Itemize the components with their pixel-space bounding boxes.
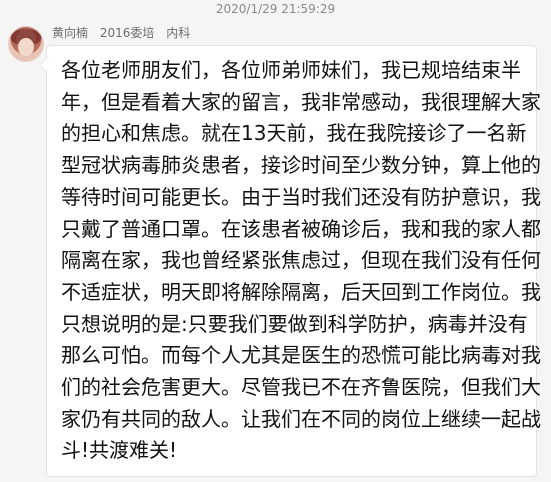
message-line: 各位老师朋友们，各位师弟师妹们，我已规培结束半 <box>61 58 521 82</box>
message-line: 们的社会危害更大。尽管我已不在齐鲁医院，但我们大 <box>61 375 541 400</box>
sender-name[interactable]: 黄向楠 <box>52 26 88 40</box>
sender-group: 2016委培 <box>99 26 155 40</box>
message-line: 只想说明的是:只要我们要做到科学防护，病毒并没有 <box>61 311 528 336</box>
message-line: 家仍有共同的敌人。让我们在不同的岗位上继续一起战 <box>61 406 541 431</box>
message-line: 斗!共渡难关! <box>61 438 178 463</box>
message-line: 那么可怕。而每个人尤其是医生的恐慌可能比病毒对我 <box>61 343 541 368</box>
message-line: 年，但是看着大家的留言，我非常感动，我很理解大家 <box>61 89 541 114</box>
sender-avatar[interactable] <box>8 26 44 62</box>
message-line: 隔离在家，我也曾经紧张焦虑过，但现在我们没有任何 <box>61 248 541 273</box>
message-line: 等待时间可能更长。由于当时我们还没有防护意识，我 <box>61 184 541 209</box>
message-line: 只戴了普通口罩。在该患者被确诊后，我和我的家人都 <box>61 216 541 241</box>
message-line: 不适症状，明天即将解除隔离，后天回到工作岗位。我 <box>61 279 541 304</box>
avatar-face <box>18 38 34 56</box>
message-bubble[interactable]: 各位老师朋友们，各位师弟师妹们，我已规培结束半 年，但是看着大家的留言，我非常感… <box>39 45 541 477</box>
message-timestamp: 2020/1/29 21:59:29 <box>215 2 336 16</box>
message-line: 型冠状病毒肺炎患者，接诊时间至少数分钟，算上他的 <box>61 153 541 178</box>
message-line: 的担心和焦虑。就在13天前，我在我院接诊了一名新 <box>61 121 527 146</box>
sender-info: 黄向楠 2016委培 内科 <box>52 24 198 41</box>
sender-department: 内科 <box>166 26 191 40</box>
